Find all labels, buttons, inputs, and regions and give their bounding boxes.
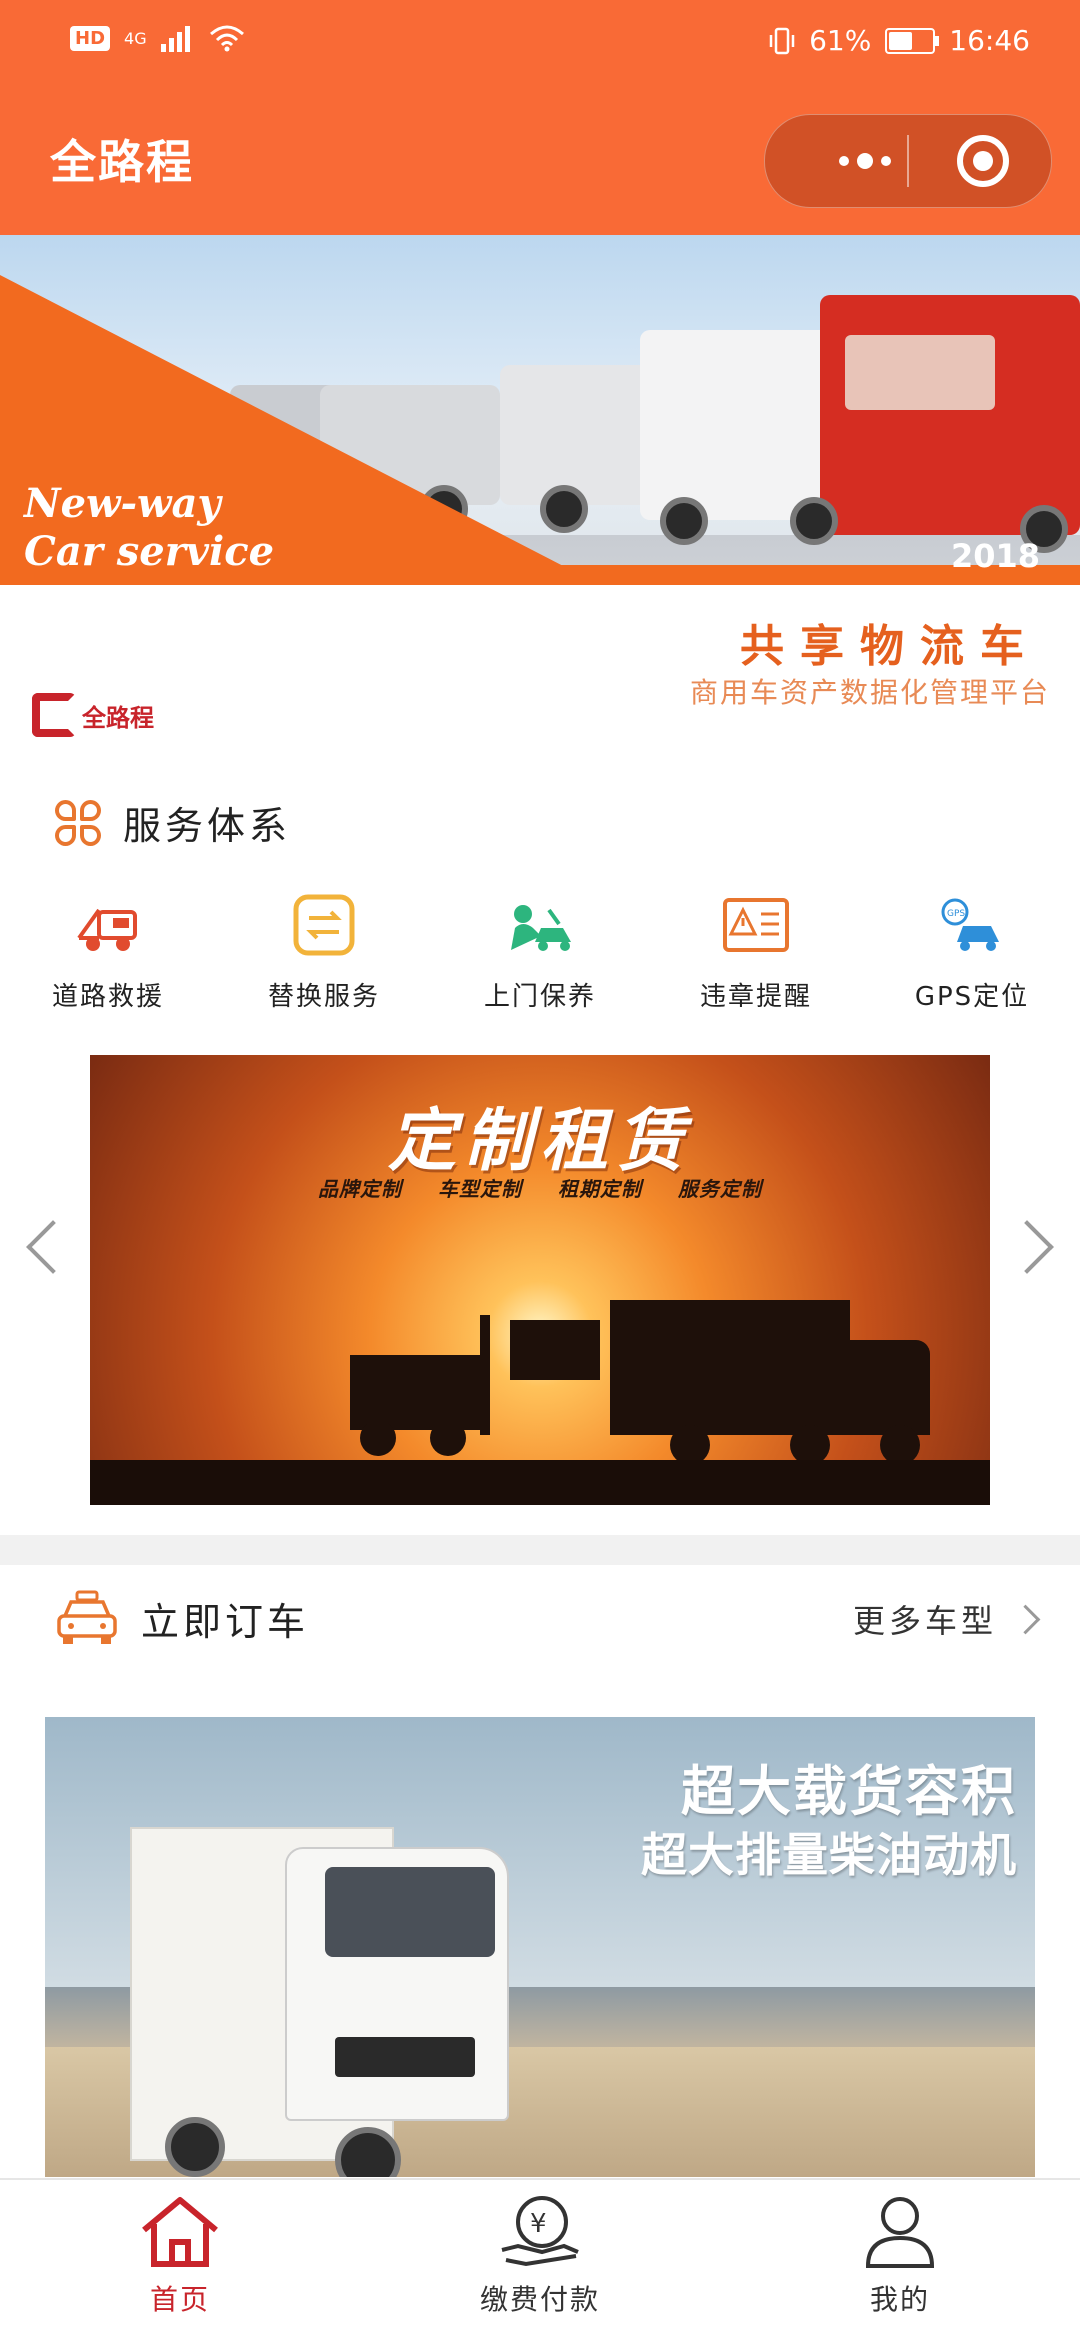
truck-promo-banner[interactable]: 超大载货容积 超大排量柴油动机 [45, 1717, 1035, 2177]
services-header: 服务体系 [55, 795, 291, 850]
carousel-next-icon[interactable] [1000, 1220, 1054, 1274]
payment-icon: ¥ [501, 2196, 579, 2267]
swap-icon [293, 894, 355, 956]
section-title: 立即订车 [141, 1599, 310, 1644]
clock: 16:46 [949, 24, 1030, 57]
light-truck-image [640, 330, 830, 520]
bottom-tab-bar: 首页 ¥ 缴费付款 我的 [0, 2178, 1080, 2342]
battery-icon [885, 27, 940, 54]
service-grid: 道路救援 替换服务 上门保养 违章提醒 GPS GPS定位 [0, 890, 1080, 1030]
section-title: 服务体系 [123, 804, 292, 848]
forklift-silhouette [350, 1355, 480, 1430]
service-item-home-maintenance[interactable]: 上门保养 [432, 890, 648, 1030]
status-bar: HD 4G 61% 16:46 [0, 0, 1080, 90]
signal-icon [160, 26, 190, 52]
carousel-prev-icon[interactable] [26, 1220, 80, 1274]
mini-program-capsule [764, 114, 1052, 208]
battery-percent: 61% [809, 24, 872, 57]
cargo-silhouette [510, 1320, 600, 1380]
svg-text:GPS: GPS [947, 909, 965, 919]
chevron-right-icon [1010, 1604, 1041, 1634]
wifi-icon [209, 25, 244, 52]
network-type: 4G [124, 28, 147, 48]
close-target-icon[interactable] [957, 135, 1009, 187]
booking-header: 立即订车 [55, 1590, 309, 1646]
tow-truck-icon [77, 908, 137, 951]
more-models-link[interactable]: 更多车型 [853, 1596, 1041, 1642]
hd-indicator: HD [70, 25, 111, 51]
tab-payment[interactable]: ¥ 缴费付款 [360, 2180, 720, 2342]
promo-line-2: 超大排量柴油动机 [641, 1828, 1017, 1882]
service-item-violation-alert[interactable]: 违章提醒 [648, 890, 864, 1030]
clover-icon [55, 799, 101, 846]
svg-text:¥: ¥ [530, 2209, 547, 2239]
truck-silhouette [610, 1300, 850, 1435]
app-header: 全路程 [0, 90, 1080, 235]
section-divider [0, 1535, 1080, 1565]
car-maintenance-icon [511, 905, 571, 951]
banner-subtitle: 商用车资产数据化管理平台 [689, 676, 1050, 709]
brand-logo: 全路程 [32, 693, 154, 737]
promo-line-1: 超大载货容积 [681, 1760, 1017, 1823]
service-item-gps[interactable]: GPS GPS定位 [864, 890, 1080, 1030]
vibrate-icon [769, 27, 795, 54]
taxi-icon [57, 1590, 117, 1644]
lease-carousel[interactable]: 定制租赁 品牌定制 车型定制 租期定制 服务定制 [90, 1055, 990, 1505]
lease-title: 定制租赁 [387, 1102, 692, 1181]
service-item-replacement[interactable]: 替换服务 [216, 890, 432, 1030]
home-icon [142, 2197, 218, 2267]
lease-tags: 品牌定制 车型定制 租期定制 服务定制 [318, 1177, 762, 1201]
banner-slogan: New-way Car service [24, 480, 275, 575]
tab-home[interactable]: 首页 [0, 2180, 360, 2342]
red-truck-image [820, 295, 1080, 535]
gps-car-icon: GPS [941, 898, 999, 951]
profile-icon [865, 2197, 935, 2268]
top-banner[interactable]: New-way Car service 2018 共享物流车 商用车资产数据化管… [0, 235, 1080, 775]
service-item-road-rescue[interactable]: 道路救援 [0, 890, 216, 1030]
capsule-divider [907, 135, 909, 187]
tab-profile[interactable]: 我的 [720, 2180, 1080, 2342]
violation-card-icon [723, 898, 789, 952]
page-title: 全路程 [50, 135, 194, 189]
banner-title: 共享物流车 [740, 621, 1040, 672]
logo-mark-icon [32, 693, 76, 737]
banner-year: 2018 [950, 537, 1040, 575]
